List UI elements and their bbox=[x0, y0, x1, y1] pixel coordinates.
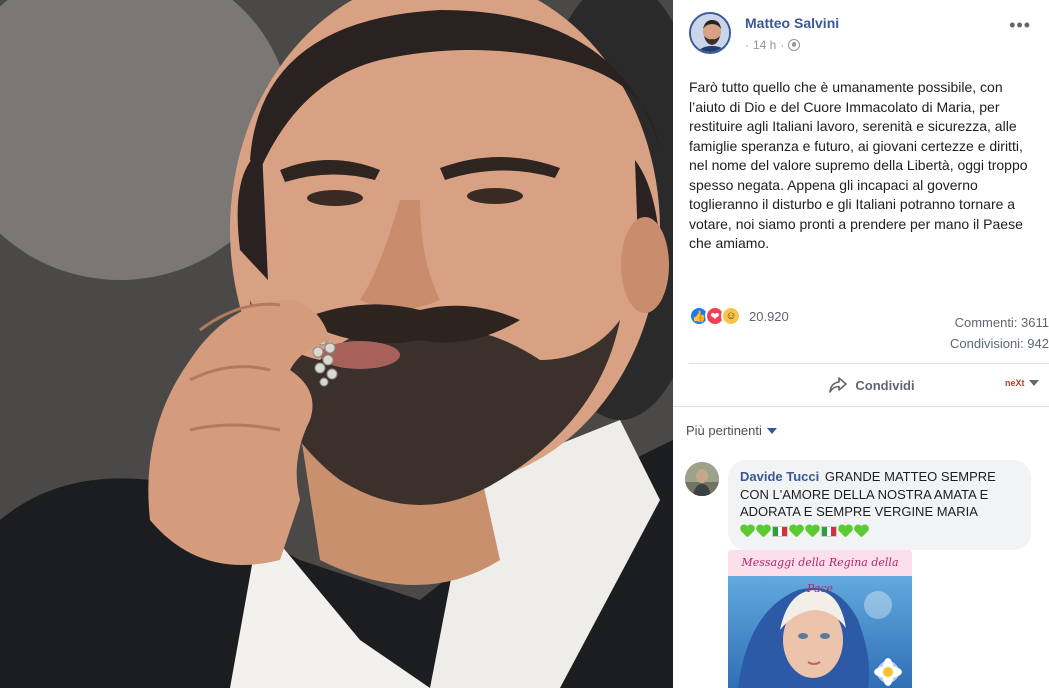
next-logo: neXt bbox=[1005, 378, 1025, 388]
comment-image-caption: Messaggi della Regina della Pace bbox=[728, 550, 912, 595]
shares-count[interactable]: Condivisioni: 942 bbox=[950, 333, 1049, 354]
post-meta: · 14 h · bbox=[745, 38, 801, 52]
share-arrow-icon bbox=[829, 377, 848, 393]
sort-dropdown[interactable]: Più pertinenti bbox=[686, 423, 777, 438]
italy-flag-icon bbox=[772, 526, 788, 537]
post-header: Matteo Salvini · 14 h · ••• bbox=[689, 12, 1039, 56]
post-timestamp[interactable]: 14 h bbox=[753, 38, 776, 52]
green-heart-icon bbox=[838, 525, 853, 539]
meta-separator: · bbox=[745, 38, 749, 52]
share-label: Condividi bbox=[855, 377, 915, 393]
post-photo[interactable] bbox=[0, 0, 673, 688]
chevron-down-icon bbox=[766, 427, 777, 434]
comment-image[interactable]: Messaggi della Regina della Pace bbox=[728, 550, 912, 688]
post-actions: Condividi neXt bbox=[689, 364, 1049, 406]
post-text: Farò tutto quello che è umanamente possi… bbox=[689, 79, 1028, 251]
reactions-summary[interactable]: 👍 ❤ ☺ 20.920 bbox=[689, 306, 789, 326]
commenter-name[interactable]: Davide Tucci bbox=[740, 469, 819, 484]
chevron-down-icon bbox=[1029, 380, 1039, 386]
meta-separator: · bbox=[780, 38, 785, 52]
post-sidebar: Matteo Salvini · 14 h · ••• Farò tutto q… bbox=[673, 0, 1049, 688]
photo-illustration bbox=[0, 0, 673, 688]
globe-icon[interactable] bbox=[788, 39, 801, 51]
commenter-avatar[interactable] bbox=[685, 462, 719, 496]
green-heart-icon bbox=[756, 525, 771, 539]
more-options-icon[interactable]: ••• bbox=[1009, 16, 1031, 34]
comment-bubble: Davide Tucci GRANDE MATTEO SEMPRE CON L'… bbox=[728, 460, 1031, 550]
share-button[interactable]: Condividi bbox=[829, 377, 915, 393]
green-heart-icon bbox=[789, 525, 804, 539]
green-heart-icon bbox=[854, 525, 869, 539]
reactions-count: 20.920 bbox=[749, 308, 789, 324]
comments-count[interactable]: Commenti: 3611 bbox=[950, 312, 1049, 333]
green-heart-icon bbox=[805, 525, 820, 539]
engagement-counts: Commenti: 3611 Condivisioni: 942 bbox=[950, 312, 1049, 354]
sort-label: Più pertinenti bbox=[686, 423, 762, 438]
author-avatar[interactable] bbox=[689, 12, 731, 54]
italy-flag-icon bbox=[821, 526, 837, 537]
comment-emojis bbox=[740, 523, 1019, 541]
comment-sort-bar: Più pertinenti bbox=[673, 406, 1049, 452]
haha-icon: ☺ bbox=[721, 306, 741, 326]
page-selector[interactable]: neXt bbox=[1005, 376, 1039, 390]
green-heart-icon bbox=[740, 525, 755, 539]
post-viewer: Matteo Salvini · 14 h · ••• Farò tutto q… bbox=[0, 0, 1049, 688]
author-name[interactable]: Matteo Salvini bbox=[745, 15, 839, 31]
